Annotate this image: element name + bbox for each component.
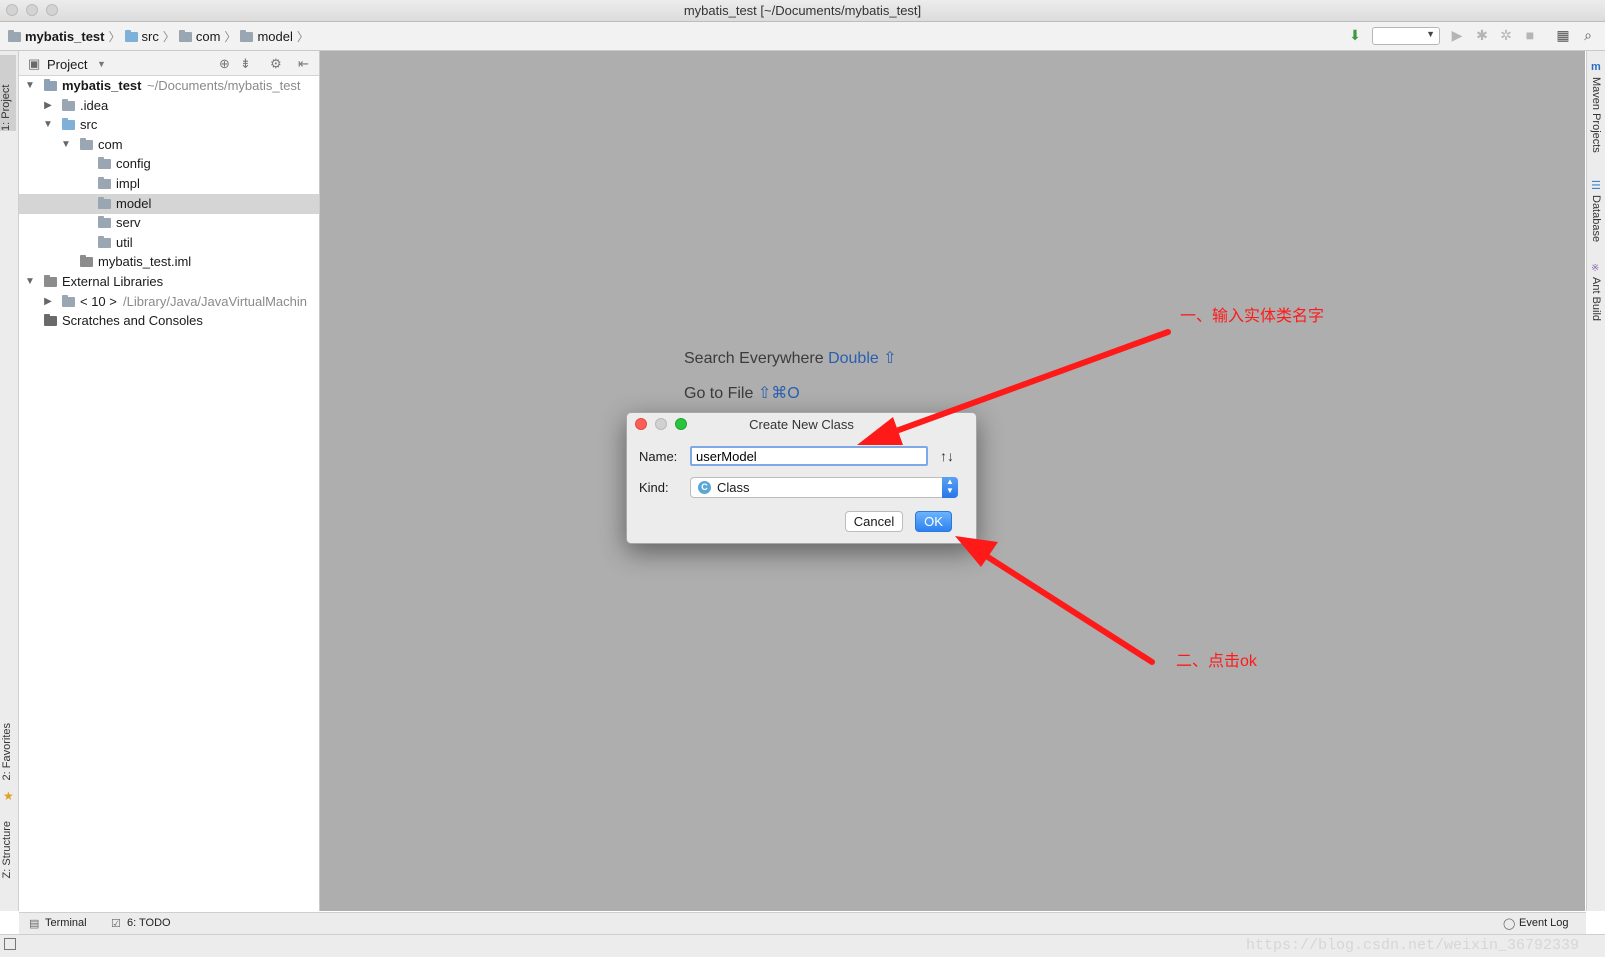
event-log-icon: ◯: [1503, 918, 1516, 930]
watermark: https://blog.csdn.net/weixin_36792339: [1245, 937, 1579, 954]
tool-windows-toggle-icon[interactable]: [4, 938, 16, 950]
tab-todo[interactable]: 6: TODO: [127, 917, 171, 929]
annotation-step-2: 二、点击ok: [1176, 653, 1257, 670]
tab-event-log[interactable]: Event Log: [1519, 917, 1569, 929]
tab-terminal[interactable]: Terminal: [45, 917, 87, 929]
annotation-step-1: 一、输入实体类名字: [1180, 308, 1325, 325]
status-bar: https://blog.csdn.net/weixin_36792339: [0, 934, 1605, 957]
bottom-tool-bar: ▤ Terminal ☑ 6: TODO ◯ Event Log: [19, 912, 1586, 935]
arrow-to-name-input: [857, 329, 1171, 445]
annotation-arrows: [857, 329, 1171, 665]
terminal-icon: ▤: [29, 918, 40, 930]
arrow-to-ok-button: [955, 536, 1155, 665]
todo-icon: ☑: [111, 918, 121, 930]
